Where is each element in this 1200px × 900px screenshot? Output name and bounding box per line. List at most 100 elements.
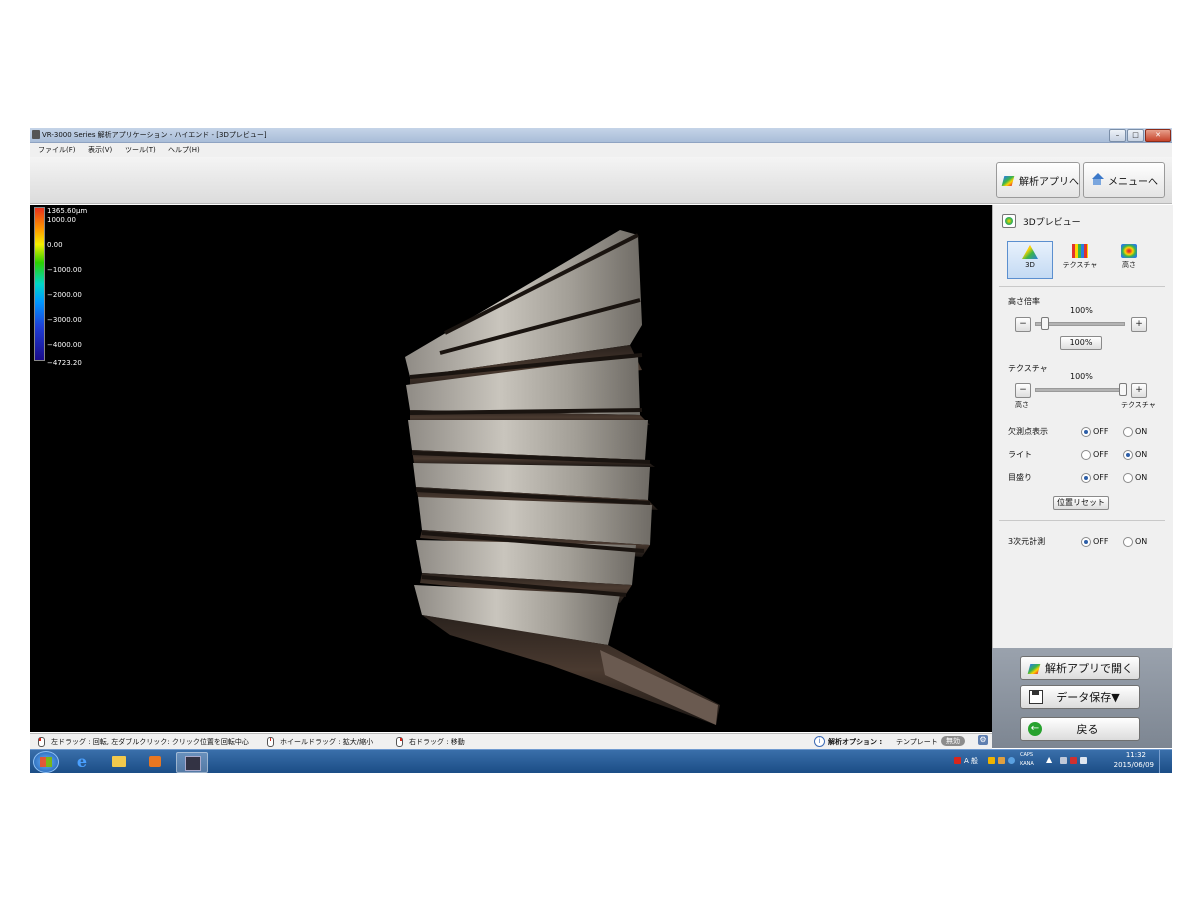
measure-3d-on-label: ON — [1135, 537, 1148, 546]
scale-on-radio[interactable] — [1123, 473, 1133, 483]
menu-button-label: メニューへ — [1108, 176, 1158, 188]
texture-slider-track[interactable] — [1035, 388, 1125, 392]
menu-file[interactable]: ファイル(F) — [38, 145, 76, 155]
hint-bar: 左ドラッグ : 回転, 左ダブルクリック: クリック位置を回転中心 ホイールドラ… — [30, 733, 992, 749]
minimize-button[interactable]: – — [1109, 129, 1126, 142]
internet-explorer-icon[interactable]: e — [67, 752, 97, 771]
app-icon — [32, 130, 40, 139]
missing-points-label: 欠測点表示 — [1008, 427, 1048, 436]
measure-3d-off-radio[interactable] — [1081, 537, 1091, 547]
close-button[interactable]: ✕ — [1145, 129, 1171, 142]
open-in-analysis-app-label: 解析アプリで開く — [1045, 662, 1133, 675]
missing-points-off-label: OFF — [1093, 427, 1109, 436]
taskbar: e A 般 CAPS KANA ▲ 11:32 2015/06/09 — [30, 749, 1172, 773]
mode-texture-button[interactable]: テクスチャ — [1058, 241, 1102, 277]
mode-height-button[interactable]: 高さ — [1107, 241, 1151, 277]
hint-left-drag: 左ドラッグ : 回転, 左ダブルクリック: クリック位置を回転中心 — [51, 738, 249, 746]
toolbar: 解析アプリへ メニューへ — [30, 157, 1172, 204]
3d-preview-icon — [1002, 214, 1016, 228]
menu-bar: ファイル(F) 表示(V) ツール(T) ヘルプ(H) — [30, 143, 1172, 157]
height-scale-slider-thumb[interactable] — [1040, 317, 1049, 330]
clock-date[interactable]: 2015/06/09 — [1114, 761, 1154, 769]
help-icon[interactable] — [1008, 757, 1015, 764]
height-mode-icon — [1121, 244, 1137, 258]
media-player-icon[interactable] — [140, 752, 170, 771]
light-off-radio[interactable] — [1081, 450, 1091, 460]
mode-texture-label: テクスチャ — [1062, 261, 1098, 269]
mouse-left-icon — [38, 737, 45, 747]
start-button[interactable] — [33, 751, 59, 773]
height-scale-minus-button[interactable]: − — [1015, 317, 1031, 332]
height-scale-reset-button[interactable]: 100% — [1060, 336, 1102, 350]
missing-points-off-radio[interactable] — [1081, 427, 1091, 437]
measure-3d-off-label: OFF — [1093, 537, 1109, 546]
preview-control-panel: 3Dプレビュー 3D テクスチャ 高さ 高さ倍率 100% − + 100% テ… — [992, 205, 1173, 648]
texture-minus-button[interactable]: − — [1015, 383, 1031, 398]
back-label: 戻る — [1076, 723, 1099, 736]
texture-value: 100% — [1070, 372, 1093, 381]
3d-surface-model — [405, 230, 720, 725]
height-scale-plus-button[interactable]: + — [1131, 317, 1147, 332]
kana-indicator: KANA — [1020, 761, 1034, 767]
measure-3d-on-radio[interactable] — [1123, 537, 1133, 547]
analysis-app-icon — [1003, 173, 1015, 187]
analysis-app-icon — [1029, 661, 1041, 675]
save-data-label: データ保存▼ — [1056, 691, 1120, 704]
ime-dictionary-icon[interactable] — [998, 757, 1005, 764]
window-title-bar[interactable]: VR-3000 Series 解析アプリケーション - ハイエンド - [3Dプ… — [30, 128, 1172, 143]
light-off-label: OFF — [1093, 450, 1109, 459]
file-explorer-icon[interactable] — [104, 752, 134, 771]
menu-help[interactable]: ヘルプ(H) — [168, 145, 200, 155]
texture-slider-thumb[interactable] — [1119, 383, 1127, 396]
template-status-badge[interactable]: 無効 — [941, 736, 965, 746]
panel-title: 3Dプレビュー — [1023, 218, 1081, 228]
ime-indicator[interactable]: A 般 — [964, 756, 978, 766]
window-title: VR-3000 Series 解析アプリケーション - ハイエンド - [3Dプ… — [42, 131, 267, 139]
menu-tools[interactable]: ツール(T) — [125, 145, 156, 155]
scale-off-radio[interactable] — [1081, 473, 1091, 483]
volume-icon[interactable] — [1080, 757, 1087, 764]
height-scale-label: 高さ倍率 — [1008, 297, 1040, 306]
vr3000-app-taskbar-icon[interactable] — [176, 752, 208, 773]
scale-on-label: ON — [1135, 473, 1148, 482]
home-icon — [1090, 173, 1104, 187]
analysis-app-label: 解析アプリへ — [1019, 176, 1079, 188]
position-reset-button[interactable]: 位置リセット — [1053, 496, 1109, 510]
menu-button[interactable]: メニューへ — [1083, 162, 1165, 198]
mouse-right-icon — [396, 737, 403, 747]
texture-left-label: 高さ — [1015, 401, 1029, 409]
maximize-button[interactable]: □ — [1127, 129, 1144, 142]
light-on-radio[interactable] — [1123, 450, 1133, 460]
divider — [999, 286, 1165, 287]
flag-icon[interactable] — [954, 757, 961, 764]
analysis-option-label: 解析オプション : — [828, 738, 883, 746]
light-label: ライト — [1008, 450, 1032, 459]
3d-viewport[interactable]: 1365.60μm 1000.00 0.00 −1000.00 −2000.00… — [30, 205, 992, 732]
save-icon — [1029, 690, 1043, 704]
measure-3d-label: 3次元計測 — [1008, 537, 1046, 546]
mode-3d-label: 3D — [1025, 261, 1035, 269]
scale-label: 目盛り — [1008, 473, 1032, 482]
analysis-app-button[interactable]: 解析アプリへ — [996, 162, 1080, 198]
template-settings-icon[interactable]: ⚙ — [978, 735, 988, 745]
open-in-analysis-app-button[interactable]: 解析アプリで開く — [1020, 656, 1140, 680]
template-label: テンプレート — [896, 738, 938, 746]
tray-expand-icon[interactable]: ▲ — [1046, 755, 1052, 764]
clock-time[interactable]: 11:32 — [1126, 751, 1146, 759]
scale-off-label: OFF — [1093, 473, 1109, 482]
show-desktop-button[interactable] — [1159, 750, 1172, 773]
action-panel: 解析アプリで開く データ保存▼ ← 戻る — [992, 648, 1172, 748]
save-data-button[interactable]: データ保存▼ — [1020, 685, 1140, 709]
missing-points-on-radio[interactable] — [1123, 427, 1133, 437]
ime-tool-icon[interactable] — [988, 757, 995, 764]
action-center-icon[interactable] — [1060, 757, 1067, 764]
light-on-label: ON — [1135, 450, 1148, 459]
menu-view[interactable]: 表示(V) — [88, 145, 112, 155]
divider — [999, 520, 1165, 521]
network-icon[interactable] — [1070, 757, 1077, 764]
height-scale-value: 100% — [1070, 306, 1093, 315]
texture-plus-button[interactable]: + — [1131, 383, 1147, 398]
mode-height-label: 高さ — [1122, 261, 1136, 269]
back-button[interactable]: ← 戻る — [1020, 717, 1140, 741]
mode-3d-button[interactable]: 3D — [1007, 241, 1053, 279]
